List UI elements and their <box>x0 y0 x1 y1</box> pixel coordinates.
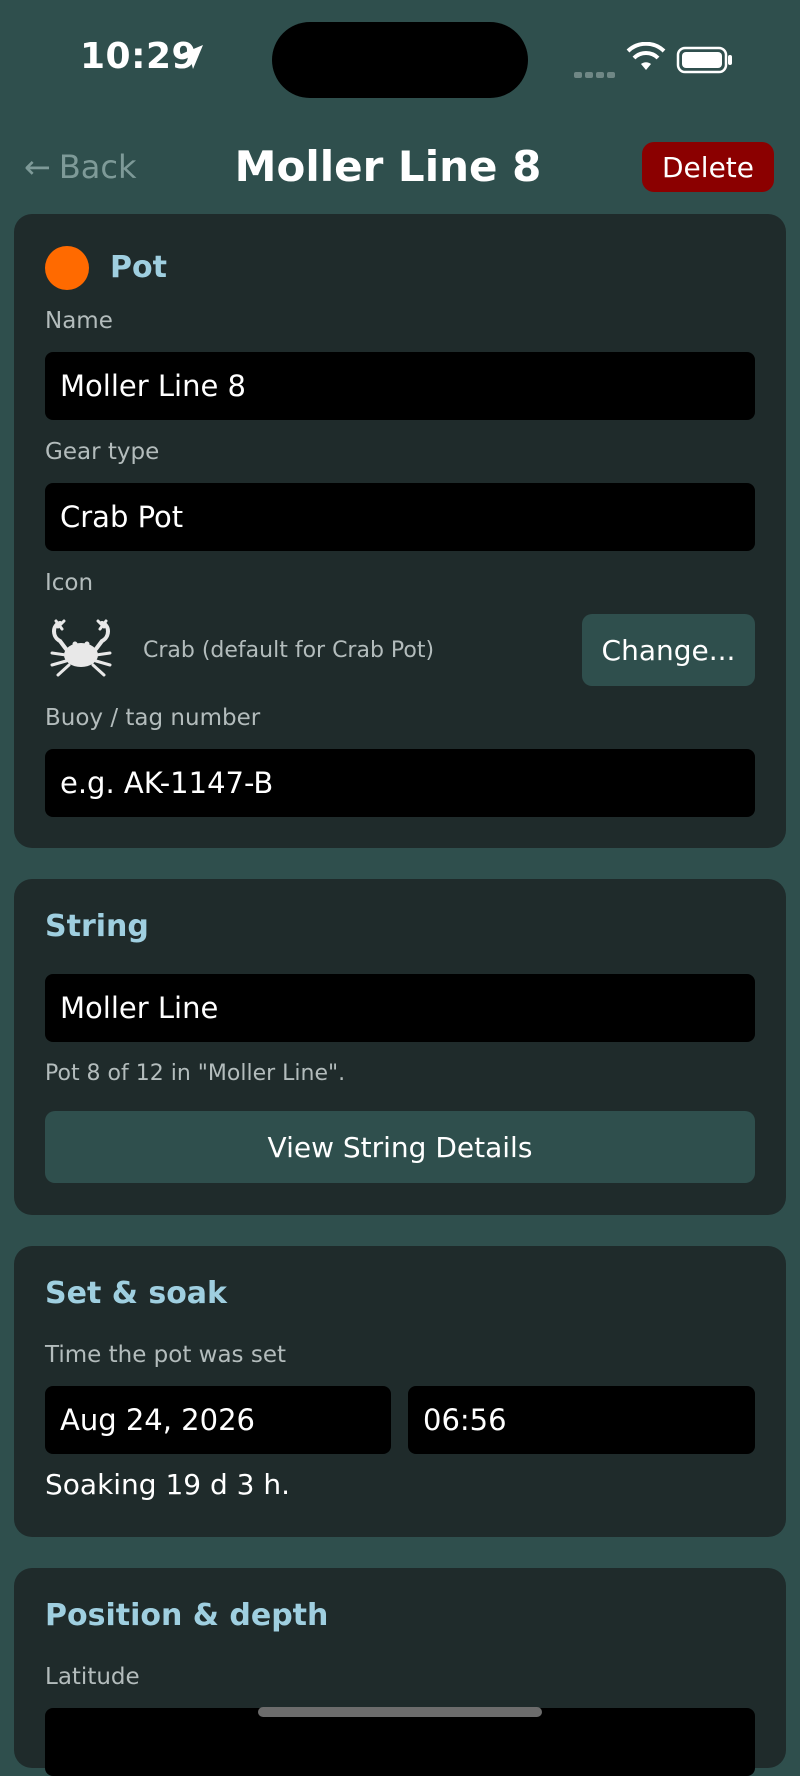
time-field[interactable]: 06:56 <box>408 1386 755 1454</box>
pot-color-dot[interactable] <box>45 246 89 290</box>
location-arrow-icon <box>179 45 203 69</box>
buoy-tag-field[interactable]: e.g. AK-1147-B <box>45 749 755 817</box>
pot-section-title: Pot <box>110 250 167 285</box>
dynamic-island <box>272 22 528 98</box>
view-string-details-button[interactable]: View String Details <box>45 1111 755 1183</box>
pot-card: Pot Name Moller Line 8 Gear type Crab Po… <box>14 214 786 848</box>
navigation-bar: ← Back Moller Line 8 Delete <box>0 130 800 204</box>
date-field[interactable]: Aug 24, 2026 <box>45 1386 391 1454</box>
battery-icon <box>676 46 732 74</box>
status-bar: 10:29 <box>0 0 800 120</box>
string-card: String Moller Line Pot 8 of 12 in "Molle… <box>14 879 786 1215</box>
set-soak-card: Set & soak Time the pot was set Aug 24, … <box>14 1246 786 1537</box>
string-position-text: Pot 8 of 12 in "Moller Line". <box>45 1061 346 1086</box>
cellular-signal-icon <box>574 63 618 82</box>
crab-icon <box>50 619 112 677</box>
gear-type-label: Gear type <box>45 439 160 465</box>
buoy-tag-label: Buoy / tag number <box>45 705 261 731</box>
string-field[interactable]: Moller Line <box>45 974 755 1042</box>
soak-duration-text: Soaking 19 d 3 h. <box>45 1468 291 1501</box>
home-indicator[interactable] <box>258 1707 542 1717</box>
name-field[interactable]: Moller Line 8 <box>45 352 755 420</box>
time-set-label: Time the pot was set <box>45 1342 287 1368</box>
wifi-icon <box>626 42 666 70</box>
gear-type-field[interactable]: Crab Pot <box>45 483 755 551</box>
set-soak-section-title: Set & soak <box>45 1276 228 1311</box>
latitude-label: Latitude <box>45 1664 140 1690</box>
icon-description: Crab (default for Crab Pot) <box>143 638 435 663</box>
string-section-title: String <box>45 909 149 944</box>
latitude-field[interactable] <box>45 1708 755 1776</box>
position-depth-card: Position & depth Latitude <box>14 1568 786 1776</box>
name-label: Name <box>45 308 113 334</box>
delete-button[interactable]: Delete <box>642 142 774 192</box>
icon-label: Icon <box>45 570 94 596</box>
position-depth-section-title: Position & depth <box>45 1598 329 1633</box>
change-icon-button[interactable]: Change... <box>582 614 755 686</box>
